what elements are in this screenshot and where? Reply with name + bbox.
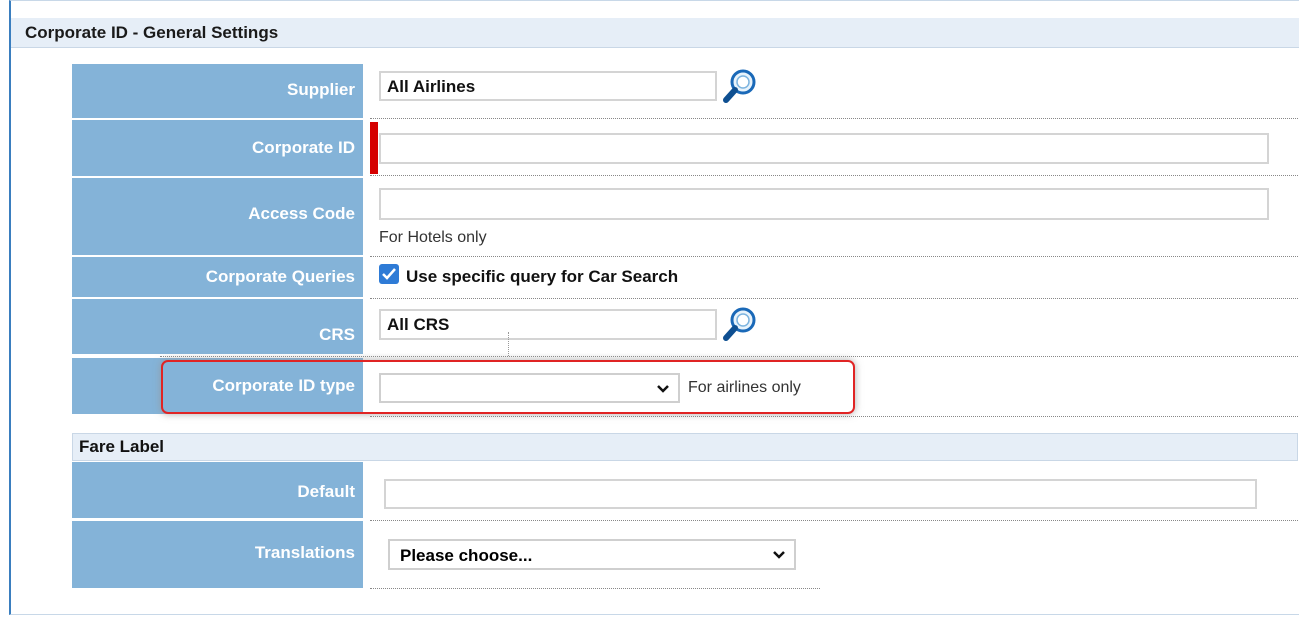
section-title: Corporate ID - General Settings [25,23,279,42]
car-search-checkbox[interactable] [379,264,399,284]
highlight-box [161,360,855,414]
corporate-queries-label: Corporate Queries [72,257,363,297]
default-input[interactable] [384,479,1257,509]
corporate-id-input[interactable] [379,133,1269,164]
chevron-down-icon [773,551,785,559]
fare-label-header: Fare Label [72,433,1298,461]
access-code-label: Access Code [72,178,363,255]
section-header: Corporate ID - General Settings [11,18,1299,48]
default-label: Default [72,462,363,518]
crs-search-icon[interactable] [720,305,760,345]
access-code-input[interactable] [379,188,1269,220]
corporate-id-label: Corporate ID [72,120,363,176]
car-search-checkbox-label[interactable]: Use specific query for Car Search [406,267,678,287]
crs-input[interactable]: All CRS [379,309,717,340]
checkmark-icon [382,268,396,280]
supplier-label: Supplier [72,64,363,118]
supplier-input[interactable]: All Airlines [379,71,717,101]
dotted-divider [508,332,509,356]
supplier-search-icon[interactable] [720,67,760,107]
required-marker [370,122,378,174]
crs-label: CRS [72,299,363,354]
translations-label: Translations [72,521,363,588]
access-code-hint: For Hotels only [379,229,487,246]
translations-select[interactable]: Please choose... [388,539,796,570]
